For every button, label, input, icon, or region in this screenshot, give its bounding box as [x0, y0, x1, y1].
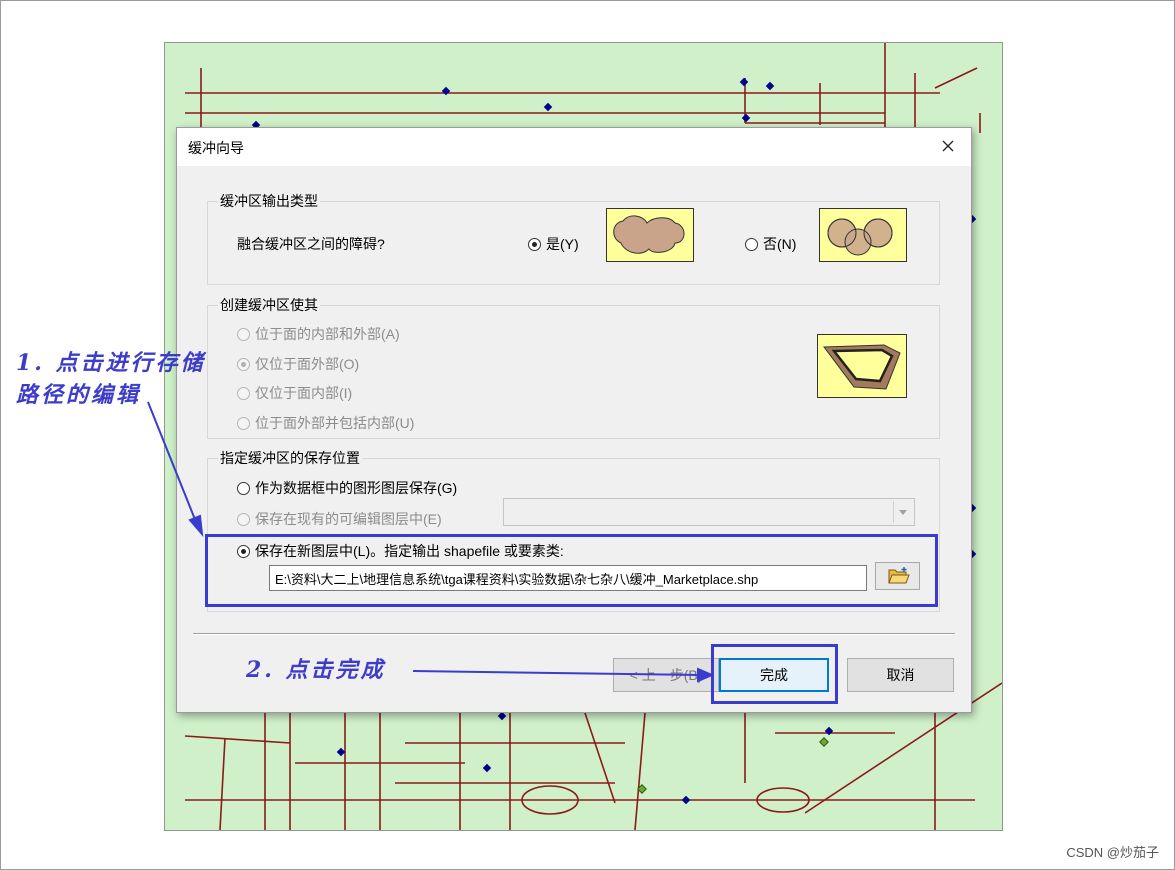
annotation-step1-line1: 1. 点击进行存储 [16, 350, 206, 376]
annotation-step2: 2. 点击完成 [246, 657, 386, 683]
annotation-arrows [147, 401, 715, 683]
annotation-step1-line2: 路径的编辑 [16, 382, 142, 408]
watermark: CSDN @炒茄子 [1066, 845, 1159, 860]
